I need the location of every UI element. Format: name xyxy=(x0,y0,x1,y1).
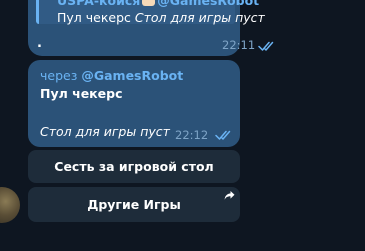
other-games-label: Другие Игры xyxy=(87,197,181,212)
reply-quote[interactable]: USPA-койся @GamesRobot Пул чекерс Стол для… xyxy=(36,0,265,25)
message-time: 22:12 xyxy=(175,128,209,142)
hand-emoji-icon xyxy=(142,0,156,6)
sit-at-table-button[interactable]: Сесть за игровой стол xyxy=(28,150,240,183)
reply-author-name: USPA-койся xyxy=(57,0,141,8)
reply-status: Стол для игры пуст xyxy=(134,10,265,25)
reply-body: Пул чекерс Стол для игры пуст xyxy=(57,10,265,25)
other-games-button[interactable]: Другие Игры xyxy=(28,187,240,222)
previous-message-text: . xyxy=(37,36,42,51)
user-avatar[interactable] xyxy=(0,187,20,223)
reply-author-suffix: @GamesRobot xyxy=(157,0,260,8)
via-bot-line: через @GamesRobot xyxy=(40,68,183,83)
double-check-icon xyxy=(215,130,231,140)
previous-message-time: 22:11 xyxy=(222,38,256,52)
bot-username-link[interactable]: @GamesRobot xyxy=(81,68,183,83)
reply-pool: Пул чекерс xyxy=(57,10,131,25)
pool-title: Пул чекерс xyxy=(40,86,123,101)
double-check-icon xyxy=(258,41,274,51)
share-arrow-icon xyxy=(224,191,235,200)
via-prefix: через xyxy=(40,68,78,83)
table-status: Стол для игры пуст xyxy=(40,124,170,139)
previous-message-bubble[interactable]: USPA-койся @GamesRobot Пул чекерс Стол для… xyxy=(28,0,265,56)
bot-message-bubble[interactable]: через @GamesRobot Пул чекерс Стол для иг… xyxy=(28,60,240,147)
sit-at-table-label: Сесть за игровой стол xyxy=(54,159,214,174)
reply-author: USPA-койся @GamesRobot xyxy=(57,0,259,8)
